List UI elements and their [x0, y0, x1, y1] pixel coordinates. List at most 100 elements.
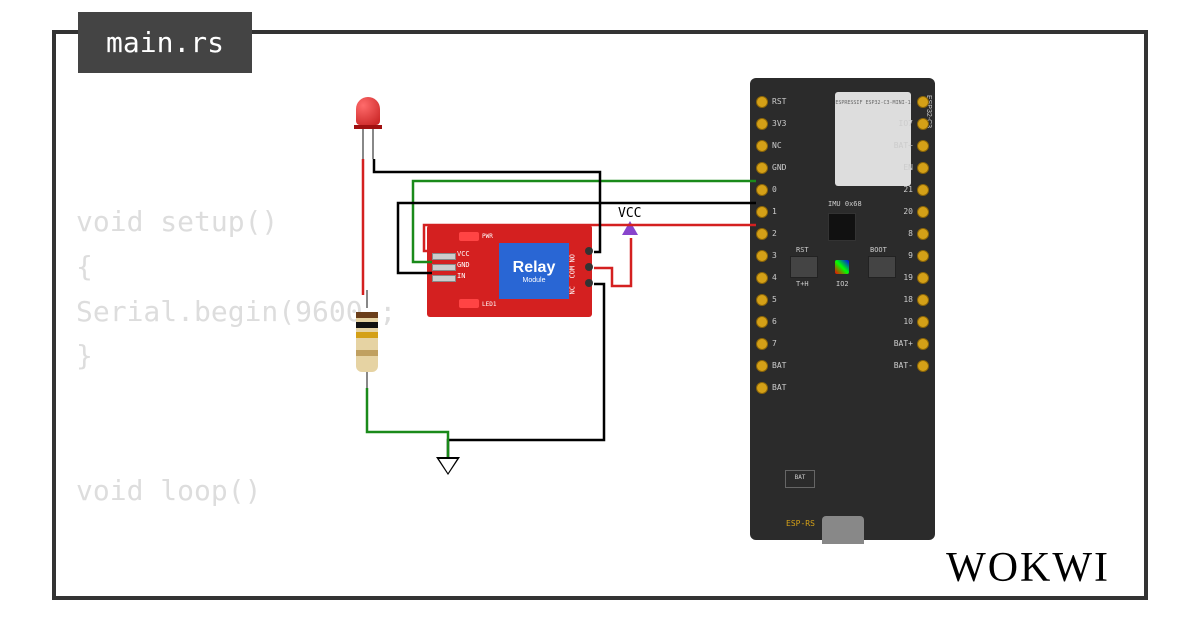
esp-pin-0[interactable] [756, 184, 768, 196]
led-cathode-leg [372, 129, 374, 159]
esp-pin-label: BAT [772, 383, 786, 392]
esp-pin-label: BAT [772, 361, 786, 370]
led-bulb [356, 97, 380, 125]
esp-pin-GND[interactable] [756, 162, 768, 174]
esp-pin-3[interactable] [756, 250, 768, 262]
esp-pin-10[interactable] [917, 316, 929, 328]
esp-pin-IO7[interactable] [917, 118, 929, 130]
esp-pin-label: BAT+ [894, 339, 913, 348]
relay-input-pins [432, 253, 456, 286]
relay-module[interactable]: PWR LED1 VCC GND IN Relay Module NO COM … [427, 225, 592, 317]
relay-block: Relay Module [499, 243, 569, 299]
esp-pin-EN[interactable] [917, 162, 929, 174]
esp-boot-button[interactable] [868, 256, 896, 278]
resistor-band-4 [356, 350, 378, 356]
esp-pin-label: RST [772, 97, 786, 106]
esp-pin-label: EN [903, 163, 913, 172]
esp-pin-label: 1 [772, 207, 777, 216]
vcc-label: VCC [618, 206, 641, 221]
esp-pin-label: 0 [772, 185, 777, 194]
esp-pin-BAT+[interactable] [917, 140, 929, 152]
relay-status-led [459, 299, 479, 308]
wokwi-brand: WOKWI [946, 544, 1110, 592]
esp-pin-RST[interactable] [756, 96, 768, 108]
esp-pin-19[interactable] [917, 272, 929, 284]
esp32-board[interactable]: ESPRESSIF ESP32-C3-MINI-1 ESP32-C3 IMU 0… [750, 78, 935, 540]
resistor-lead-bottom [366, 372, 368, 390]
esp-rgb-led [835, 260, 849, 274]
esp-pin-20[interactable] [917, 206, 929, 218]
vcc-arrow-icon [622, 221, 638, 235]
led-anode-leg [362, 129, 364, 159]
resistor-component[interactable] [356, 290, 378, 390]
relay-title: Relay [513, 259, 556, 277]
resistor-lead-top [366, 290, 368, 308]
esp-pin-label: 19 [903, 273, 913, 282]
relay-pwr-led [459, 232, 479, 241]
esp-reset-button[interactable] [790, 256, 818, 278]
esp-pin-2[interactable] [756, 228, 768, 240]
esp-pin-6[interactable] [756, 316, 768, 328]
relay-pwr-label: PWR [482, 233, 493, 240]
vcc-symbol[interactable]: VCC [618, 206, 641, 235]
esp-pin-label: 20 [903, 207, 913, 216]
esp-pin-BAT[interactable] [756, 360, 768, 372]
resistor-band-2 [356, 322, 378, 328]
esp-pin-5[interactable] [756, 294, 768, 306]
esp-boot-label: BOOT [870, 246, 887, 254]
esp-pin-label: 8 [908, 229, 913, 238]
esp-pin-4[interactable] [756, 272, 768, 284]
esp-rst-label: RST [796, 246, 809, 254]
esp-imu-chip [828, 213, 856, 241]
esp-pin-18[interactable] [917, 294, 929, 306]
esp-usb-port [822, 516, 864, 544]
esp-pin-label: 5 [772, 295, 777, 304]
esp-logo-text: ESP-RS [786, 519, 815, 528]
tab-filename: main.rs [106, 26, 224, 59]
esp-io2-label: IO2 [836, 280, 849, 288]
esp-pin-8[interactable] [917, 228, 929, 240]
esp-battery-connector: BAT [785, 470, 815, 488]
relay-output-terminals [585, 247, 593, 295]
file-tab[interactable]: main.rs [78, 12, 252, 73]
relay-input-labels: VCC GND IN [457, 249, 470, 282]
gnd-symbol[interactable] [436, 457, 460, 475]
esp-pin-label: NC [772, 141, 782, 150]
esp-pin-7[interactable] [756, 338, 768, 350]
esp-imu-label: IMU 0x68 [828, 200, 862, 208]
esp-rf-shield: ESPRESSIF ESP32-C3-MINI-1 [835, 92, 911, 186]
esp-pin-3V3[interactable] [756, 118, 768, 130]
resistor-band-3 [356, 332, 378, 338]
esp-th-label: T+H [796, 280, 809, 288]
led-base [354, 125, 382, 129]
resistor-band-1 [356, 312, 378, 318]
esp-pin-nc[interactable] [917, 96, 929, 108]
esp-pin-label: IO7 [899, 119, 913, 128]
esp-pin-BAT-[interactable] [917, 360, 929, 372]
esp-pin-label: 7 [772, 339, 777, 348]
esp-pin-21[interactable] [917, 184, 929, 196]
esp-pin-label: GND [772, 163, 786, 172]
gnd-triangle-icon [436, 457, 460, 475]
esp-pin-label: 6 [772, 317, 777, 326]
circuit-canvas[interactable]: PWR LED1 VCC GND IN Relay Module NO COM … [0, 0, 1200, 630]
resistor-body [356, 312, 378, 372]
led-component[interactable] [356, 97, 382, 129]
esp-pin-NC[interactable] [756, 140, 768, 152]
esp-pin-label: 3V3 [772, 119, 786, 128]
esp-pin-BAT+[interactable] [917, 338, 929, 350]
esp-pin-1[interactable] [756, 206, 768, 218]
esp-pin-9[interactable] [917, 250, 929, 262]
esp-left-pin-column: RST3V3NCGND01234567BATBAT [756, 96, 768, 394]
esp-pin-label: BAT+ [894, 141, 913, 150]
esp-pin-label: 9 [908, 251, 913, 260]
relay-led1-label: LED1 [482, 301, 496, 308]
esp-pin-label: BAT- [894, 361, 913, 370]
esp-pin-label: 3 [772, 251, 777, 260]
esp-pin-BAT[interactable] [756, 382, 768, 394]
esp-pin-label: 18 [903, 295, 913, 304]
esp-pin-label: 21 [903, 185, 913, 194]
esp-pin-label: 10 [903, 317, 913, 326]
esp-pin-label: 4 [772, 273, 777, 282]
esp-pin-label: 2 [772, 229, 777, 238]
